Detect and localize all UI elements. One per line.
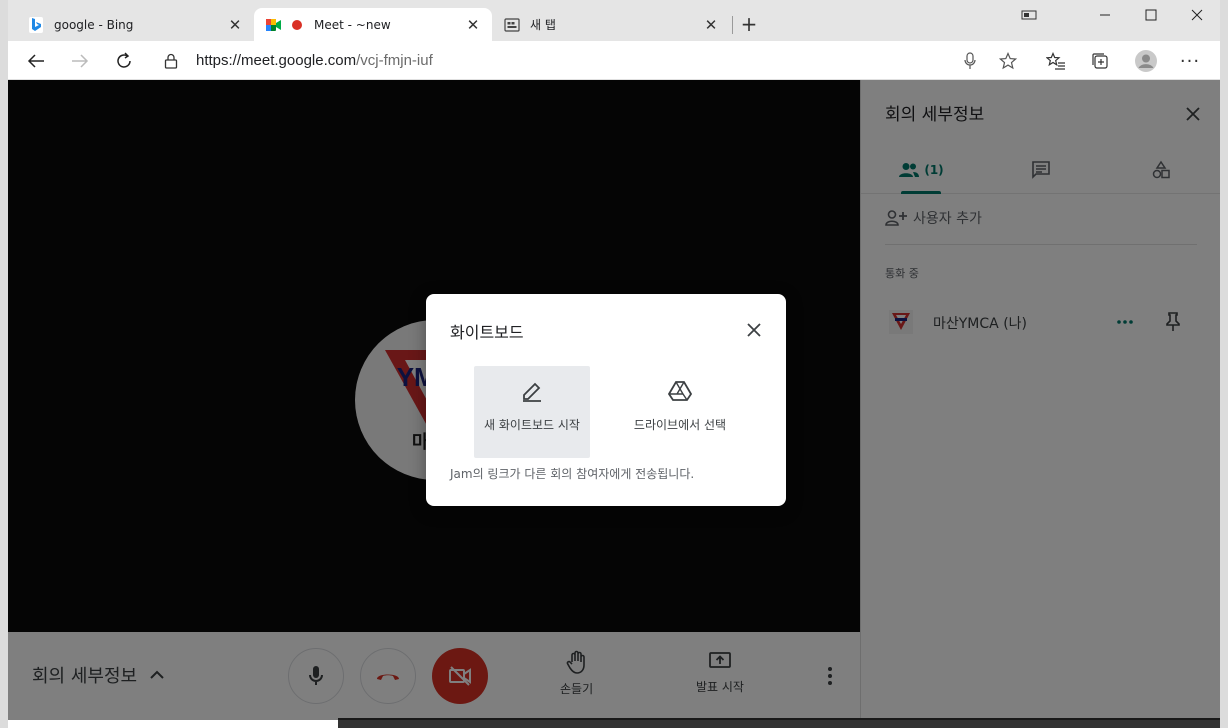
tab-title: 새 탭	[530, 18, 556, 32]
minimize-icon[interactable]	[1082, 2, 1128, 28]
close-tab-icon[interactable]: ✕	[700, 14, 722, 36]
window-switcher-icon[interactable]	[1006, 2, 1052, 28]
tab-title: Meet - ~new	[314, 17, 391, 32]
option-label: 새 화이트보드 시작	[484, 418, 580, 432]
favorites-list-icon[interactable]	[1040, 45, 1072, 77]
profile-avatar[interactable]	[1130, 45, 1162, 77]
refresh-icon[interactable]	[108, 45, 140, 77]
drive-icon	[668, 378, 692, 404]
newtab-page-icon	[504, 17, 520, 33]
new-whiteboard-option[interactable]: 새 화이트보드 시작	[474, 366, 590, 458]
close-window-icon[interactable]	[1174, 2, 1220, 28]
collections-icon[interactable]	[1084, 45, 1116, 77]
back-icon[interactable]	[20, 45, 52, 77]
tab-strip: google - Bing ✕ Meet - ~new ✕ 새 탭 ✕ +	[8, 0, 1220, 41]
favorite-star-icon[interactable]	[992, 45, 1024, 77]
close-tab-icon[interactable]: ✕	[462, 14, 484, 36]
tab-separator	[732, 16, 733, 34]
tab-title: google - Bing	[54, 17, 134, 32]
option-label: 드라이브에서 선택	[633, 418, 727, 432]
close-dialog-icon[interactable]	[740, 316, 768, 344]
dialog-note: Jam의 링크가 다른 회의 참여자에게 전송됩니다.	[450, 467, 695, 481]
lock-icon[interactable]	[164, 53, 182, 69]
recording-dot-icon	[292, 19, 302, 30]
more-options-icon[interactable]: ···	[1174, 45, 1206, 77]
url-text: https://meet.google.com/vcj-fmjn-iuf	[196, 52, 433, 69]
bing-icon	[28, 16, 44, 33]
forward-icon[interactable]	[64, 45, 96, 77]
close-tab-icon[interactable]: ✕	[224, 14, 246, 36]
microphone-icon[interactable]	[954, 45, 986, 77]
tab-new-tab[interactable]: 새 탭 ✕	[492, 8, 730, 41]
pen-icon	[521, 378, 543, 404]
tab-meet[interactable]: Meet - ~new ✕	[254, 8, 492, 41]
dialog-title: 화이트보드	[450, 323, 524, 342]
tab-bing[interactable]: google - Bing ✕	[16, 8, 254, 41]
address-bar[interactable]: https://meet.google.com/vcj-fmjn-iuf	[152, 45, 1040, 76]
maximize-icon[interactable]	[1128, 2, 1174, 28]
meet-icon	[266, 17, 282, 33]
whiteboard-dialog: 화이트보드 새 화이트보드 시작 드라이브에서 선택 Jam의 링크가 다른 회…	[426, 294, 786, 506]
new-tab-button[interactable]: +	[737, 12, 761, 36]
browser-toolbar: https://meet.google.com/vcj-fmjn-iuf ···	[8, 41, 1220, 80]
choose-from-drive-option[interactable]: 드라이브에서 선택	[622, 366, 738, 458]
